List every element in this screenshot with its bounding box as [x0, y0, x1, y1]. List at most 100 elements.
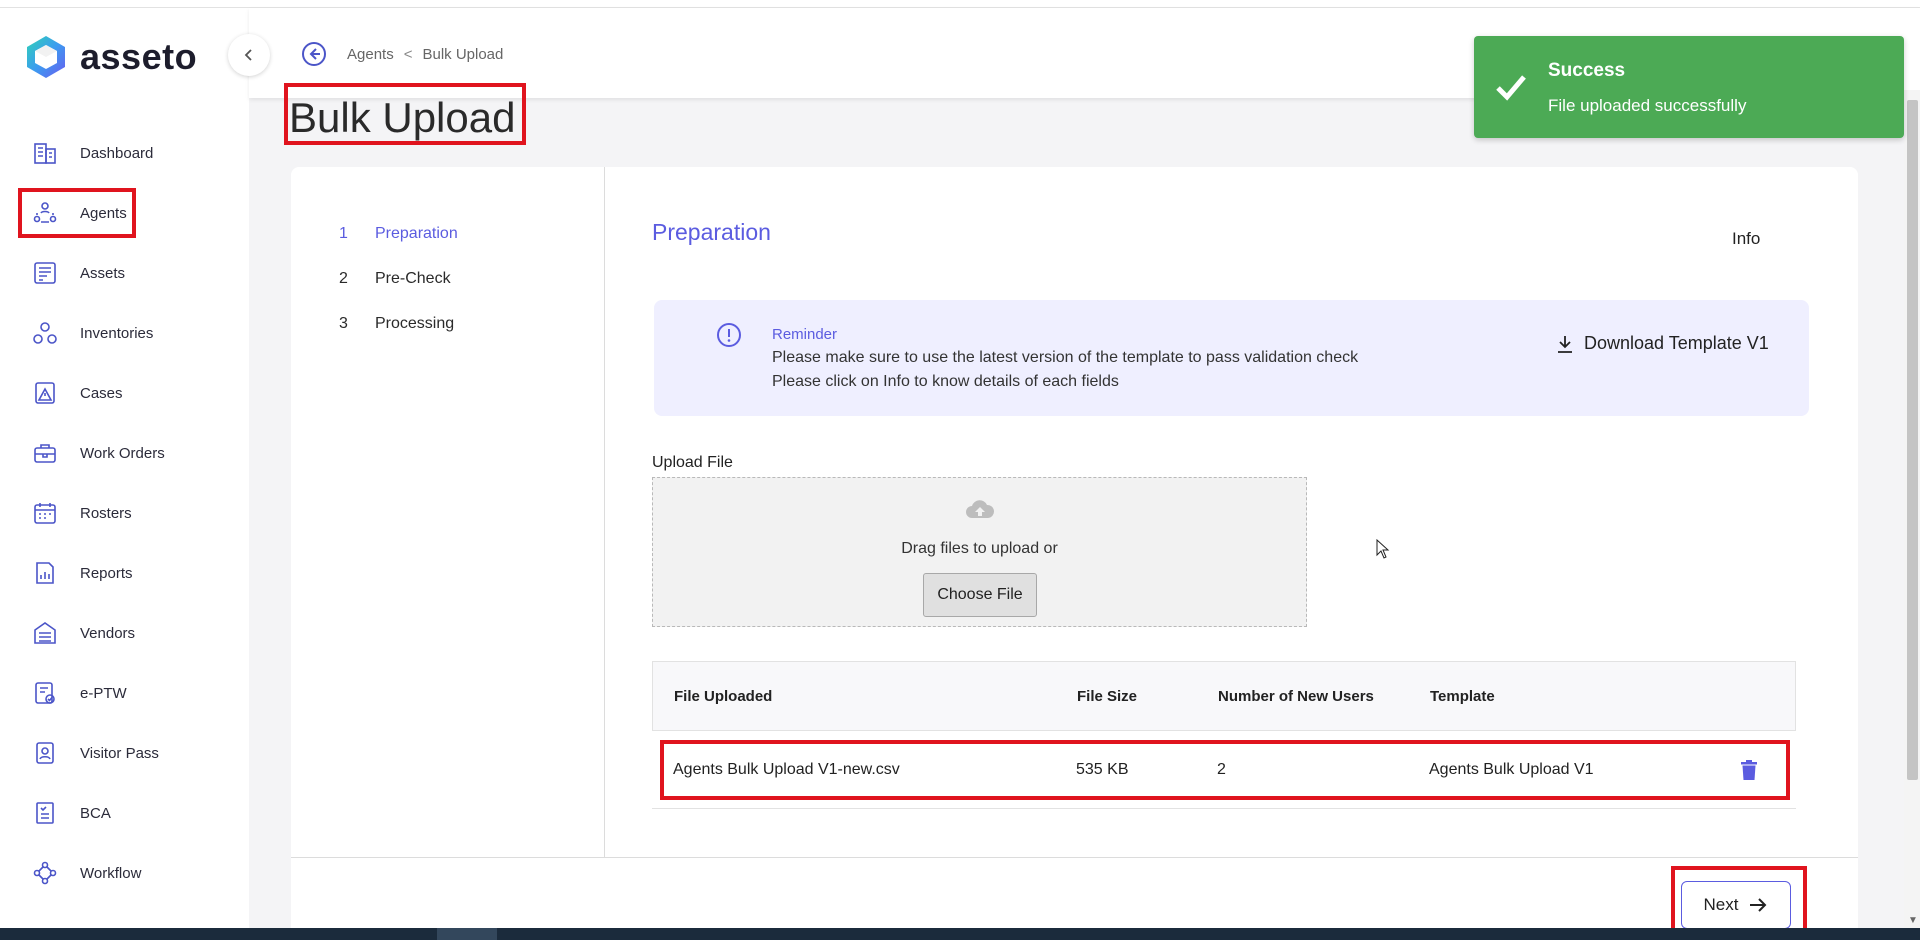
- file-dropzone[interactable]: Drag files to upload or Choose File: [652, 477, 1307, 627]
- reminder-line-1: Please make sure to use the latest versi…: [772, 349, 1359, 366]
- sidebar-item-label: Vendors: [80, 624, 136, 642]
- sidebar-item-rosters[interactable]: Rosters: [18, 483, 238, 543]
- step-label: Processing: [375, 315, 455, 332]
- sidebar-item-label: Cases: [80, 384, 123, 402]
- sidebar-item-cases[interactable]: Cases: [18, 363, 238, 423]
- visitor-badge-icon: [30, 738, 60, 768]
- asseto-logo-icon: [27, 36, 65, 78]
- sidebar-item-workflow[interactable]: Workflow: [18, 843, 238, 903]
- sidebar-item-assets[interactable]: Assets: [18, 243, 238, 303]
- step-label: Pre-Check: [375, 270, 451, 287]
- scroll-down-arrow-icon[interactable]: ▼: [1908, 915, 1918, 926]
- choose-file-button[interactable]: Choose File: [923, 573, 1037, 617]
- sidebar-item-label: Assets: [80, 264, 126, 282]
- cell-file-name: Agents Bulk Upload V1-new.csv: [673, 760, 900, 778]
- delete-row-button[interactable]: [1719, 759, 1779, 781]
- sidebar-item-label: Inventories: [80, 324, 154, 342]
- calendar-icon: [30, 498, 60, 528]
- sidebar-item-dashboard[interactable]: Dashboard: [18, 123, 238, 183]
- sidebar-item-label: BCA: [80, 804, 111, 822]
- app-name: asseto: [80, 36, 198, 77]
- taskbar-app-tile[interactable]: [437, 928, 497, 940]
- sidebar-item-label: Visitor Pass: [80, 744, 159, 762]
- sidebar-item-vendors[interactable]: Vendors: [18, 603, 238, 663]
- collapse-sidebar-button[interactable]: [228, 34, 270, 76]
- sidebar-item-e-ptw[interactable]: e-PTW: [18, 663, 238, 723]
- trash-icon: [1741, 759, 1757, 780]
- step-label: Preparation: [375, 225, 458, 242]
- success-toast[interactable]: Success File uploaded successfully: [1474, 36, 1904, 138]
- sidebar-item-inventories[interactable]: Inventories: [18, 303, 238, 363]
- asset-panel-icon: [30, 258, 60, 288]
- cell-template: Agents Bulk Upload V1: [1429, 760, 1594, 778]
- sidebar-item-visitor-pass[interactable]: Visitor Pass: [18, 723, 238, 783]
- table-row: Agents Bulk Upload V1-new.csv 535 KB 2 A…: [652, 731, 1796, 809]
- cloud-upload-icon: [966, 500, 995, 518]
- column-header-file: File Uploaded: [674, 687, 773, 705]
- boxes-icon: [30, 318, 60, 348]
- check-icon: [1496, 75, 1526, 101]
- section-title: Preparation: [652, 219, 771, 245]
- arrow-right-icon: [1750, 898, 1767, 912]
- chevron-left-icon: [244, 49, 252, 61]
- breadcrumb-agents-link[interactable]: Agents: [347, 46, 394, 63]
- uploaded-files-table: File Uploaded File Size Number of New Us…: [652, 661, 1796, 809]
- main-area: Agents < Bulk Upload Bulk Upload 1 Prepa…: [249, 8, 1920, 938]
- download-icon: [1558, 335, 1572, 353]
- breadcrumb: Agents < Bulk Upload: [301, 41, 503, 67]
- exclamation-circle-icon: [717, 323, 741, 347]
- next-button[interactable]: Next: [1681, 881, 1791, 929]
- top-rule: [0, 0, 1920, 8]
- card-footer: Next: [291, 857, 1858, 938]
- column-header-new-users: Number of New Users: [1218, 687, 1374, 705]
- scrollbar-thumb[interactable]: [1907, 100, 1918, 780]
- sidebar-item-reports[interactable]: Reports: [18, 543, 238, 603]
- reminder-title: Reminder: [772, 326, 838, 343]
- drag-files-text: Drag files to upload or: [901, 540, 1058, 557]
- sidebar-item-agents[interactable]: Agents: [18, 183, 238, 243]
- toast-message: File uploaded successfully: [1548, 96, 1747, 115]
- sidebar-item-label: Agents: [80, 204, 127, 222]
- column-header-template: Template: [1430, 687, 1495, 705]
- info-button[interactable]: Info: [1732, 229, 1760, 249]
- sidebar-item-work-orders[interactable]: Work Orders: [18, 423, 238, 483]
- sidebar-nav: Dashboard Agents Assets Inventories Case…: [18, 123, 238, 903]
- sidebar-item-label: Reports: [80, 564, 133, 582]
- sidebar-item-label: Work Orders: [80, 444, 165, 462]
- building-icon: [30, 138, 60, 168]
- step-processing[interactable]: 3 Processing: [339, 315, 454, 333]
- step-pre-check[interactable]: 2 Pre-Check: [339, 270, 451, 288]
- reminder-box: Reminder Please make sure to use the lat…: [654, 300, 1809, 416]
- step-number: 3: [339, 315, 348, 332]
- sidebar-item-label: Rosters: [80, 504, 132, 522]
- breadcrumb-current: Bulk Upload: [422, 45, 504, 63]
- workflow-icon: [30, 858, 60, 888]
- sidebar: asseto Dashboard Agents Assets Inventori…: [0, 8, 270, 928]
- upload-file-label: Upload File: [652, 454, 733, 471]
- table-header: File Uploaded File Size Number of New Us…: [652, 661, 1796, 731]
- back-circle-icon[interactable]: [301, 41, 327, 67]
- step-number: 1: [339, 225, 348, 242]
- sidebar-item-label: Workflow: [80, 864, 142, 882]
- column-header-size: File Size: [1077, 687, 1138, 705]
- stepper: 1 Preparation 2 Pre-Check 3 Processing: [291, 167, 605, 857]
- step-number: 2: [339, 270, 348, 287]
- sidebar-item-label: Dashboard: [80, 144, 154, 162]
- page-scrollbar[interactable]: ▼: [1904, 90, 1920, 928]
- os-taskbar: [0, 928, 1920, 940]
- next-label: Next: [1703, 895, 1739, 914]
- download-template-label: Download Template V1: [1584, 333, 1769, 353]
- page-title: Bulk Upload: [289, 94, 516, 141]
- logo[interactable]: asseto: [24, 34, 197, 80]
- sidebar-item-bca[interactable]: BCA: [18, 783, 238, 843]
- step-preparation[interactable]: 1 Preparation: [339, 225, 458, 243]
- vendor-building-icon: [30, 618, 60, 648]
- toast-title: Success: [1548, 60, 1626, 81]
- download-template-button[interactable]: Download Template V1: [1556, 333, 1769, 354]
- breadcrumb-separator: <: [403, 45, 413, 63]
- people-network-icon: [30, 198, 60, 228]
- sidebar-item-label: e-PTW: [80, 684, 127, 702]
- permit-check-icon: [30, 678, 60, 708]
- toolbox-icon: [30, 438, 60, 468]
- cell-new-users: 2: [1217, 760, 1226, 778]
